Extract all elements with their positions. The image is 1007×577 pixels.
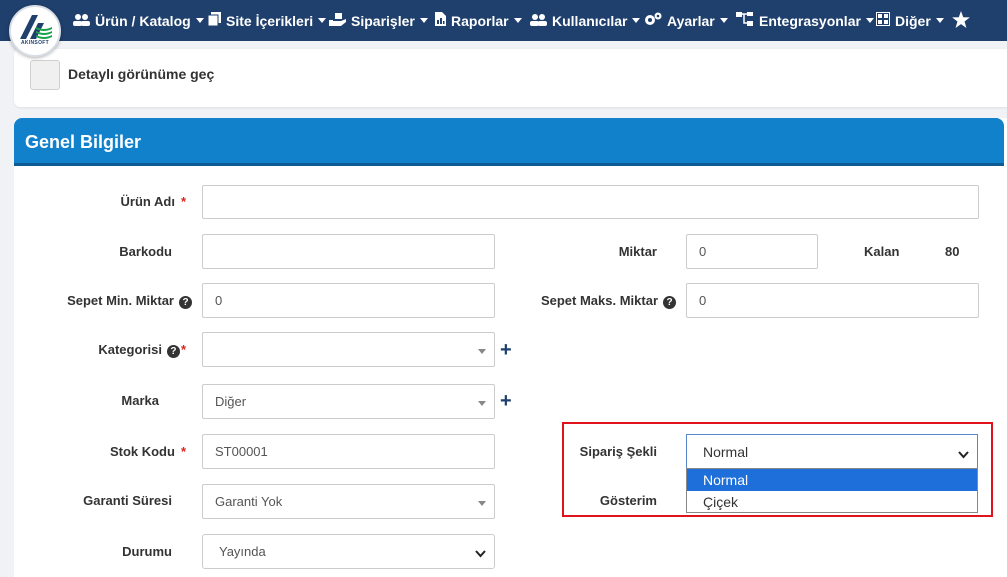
nav-label: Kullanıcılar bbox=[552, 12, 628, 29]
add-marka-button[interactable]: + bbox=[500, 391, 512, 411]
detail-toggle-card: Detaylı görünüme geç bbox=[14, 49, 1007, 107]
caret-down-icon bbox=[419, 18, 428, 23]
kategorisi-select[interactable] bbox=[202, 332, 495, 367]
sepet-maks-input[interactable]: 0 bbox=[686, 283, 979, 318]
sitemap-icon bbox=[736, 12, 754, 29]
sepet-min-input[interactable]: 0 bbox=[202, 283, 495, 318]
sepet-maks-label: Sepet Maks. Miktar? bbox=[500, 293, 676, 309]
caret-down-icon bbox=[935, 18, 944, 23]
caret-down-icon bbox=[318, 18, 327, 23]
help-icon: ? bbox=[166, 345, 180, 358]
grid-icon bbox=[876, 12, 890, 29]
durumu-select[interactable]: Yayında bbox=[202, 534, 495, 569]
dropdown-option[interactable]: Çiçek bbox=[687, 491, 977, 513]
caret-down-icon bbox=[478, 501, 486, 506]
card-header: Genel Bilgiler bbox=[14, 118, 1004, 166]
nav-label: Diğer bbox=[895, 12, 931, 29]
akinsoft-logo[interactable]: AKINSOFT bbox=[9, 5, 61, 57]
nav-label: Siparişler bbox=[351, 12, 415, 29]
kategorisi-label: Kategorisi? * bbox=[98, 342, 186, 358]
report-icon bbox=[435, 12, 446, 29]
nav-diger[interactable]: Diğer bbox=[876, 0, 944, 41]
add-kategori-button[interactable]: + bbox=[500, 340, 512, 360]
star-icon bbox=[952, 10, 970, 31]
nav-kullanicilar[interactable]: Kullanıcılar bbox=[530, 0, 641, 41]
caret-down-icon bbox=[478, 401, 486, 406]
chevron-down-icon bbox=[958, 446, 969, 462]
garanti-suresi-select[interactable]: Garanti Yok bbox=[202, 484, 495, 519]
gosterim-label: Gösterim bbox=[599, 493, 657, 508]
nav-raporlar[interactable]: Raporlar bbox=[435, 0, 522, 41]
kalan-value: 80 bbox=[945, 244, 960, 259]
nav-site-icerikleri[interactable]: Site İçerikleri bbox=[207, 0, 327, 41]
caret-down-icon bbox=[478, 349, 486, 354]
hand-box-icon bbox=[329, 12, 346, 29]
copy-icon bbox=[207, 12, 221, 29]
required-mark: * bbox=[180, 444, 186, 459]
top-nav: Ürün / Katalog Site İçerikleri Siparişle… bbox=[0, 0, 1007, 41]
siparis-sekli-label: Sipariş Şekli bbox=[579, 444, 657, 459]
siparis-sekli-select[interactable]: Normal bbox=[686, 434, 978, 469]
urun-adi-label: Ürün Adı * bbox=[120, 194, 186, 209]
nav-label: Ürün / Katalog bbox=[95, 12, 191, 29]
nav-ayarlar[interactable]: Ayarlar bbox=[644, 0, 728, 41]
durumu-label: Durumu bbox=[122, 544, 172, 559]
nav-siparisler[interactable]: Siparişler bbox=[329, 0, 428, 41]
barkodu-label: Barkodu bbox=[119, 244, 172, 259]
caret-down-icon bbox=[865, 18, 874, 23]
users-icon bbox=[530, 13, 547, 29]
caret-down-icon bbox=[632, 18, 641, 23]
siparis-sekli-dropdown: Normal Çiçek bbox=[686, 468, 978, 513]
kalan-label: Kalan bbox=[864, 244, 900, 259]
barkodu-input[interactable] bbox=[202, 234, 495, 269]
nav-label: Entegrasyonlar bbox=[759, 12, 861, 29]
favorites-star[interactable] bbox=[952, 0, 970, 41]
dropdown-option[interactable]: Normal bbox=[687, 469, 977, 491]
required-mark: * bbox=[180, 342, 186, 357]
users-icon bbox=[73, 13, 90, 29]
caret-down-icon bbox=[195, 18, 204, 23]
marka-select[interactable]: Diğer bbox=[202, 384, 495, 419]
urun-adi-input[interactable] bbox=[202, 185, 979, 219]
garanti-suresi-label: Garanti Süresi bbox=[83, 493, 172, 508]
nav-urun-katalog[interactable]: Ürün / Katalog bbox=[73, 0, 204, 41]
help-icon: ? bbox=[663, 296, 676, 309]
card-title: Genel Bilgiler bbox=[25, 132, 142, 152]
nav-label: Ayarlar bbox=[667, 12, 715, 29]
required-mark: * bbox=[180, 194, 186, 209]
chevron-down-icon bbox=[475, 546, 486, 561]
miktar-label: Miktar bbox=[618, 244, 657, 259]
caret-down-icon bbox=[513, 18, 522, 23]
miktar-input[interactable]: 0 bbox=[686, 234, 818, 269]
nav-label: Raporlar bbox=[451, 12, 509, 29]
nav-entegrasyonlar[interactable]: Entegrasyonlar bbox=[736, 0, 874, 41]
detail-view-checkbox[interactable] bbox=[30, 60, 60, 90]
logo-text: AKINSOFT bbox=[21, 40, 49, 46]
nav-label: Site İçerikleri bbox=[226, 12, 314, 29]
stok-kodu-label: Stok Kodu * bbox=[109, 444, 186, 459]
sepet-min-label: Sepet Min. Miktar? bbox=[0, 293, 192, 309]
marka-label: Marka bbox=[121, 393, 159, 408]
detail-view-label: Detaylı görünüme geç bbox=[68, 66, 215, 82]
help-icon: ? bbox=[179, 296, 192, 309]
gears-icon bbox=[644, 12, 662, 29]
caret-down-icon bbox=[719, 18, 728, 23]
stok-kodu-input[interactable]: ST00001 bbox=[202, 434, 495, 469]
